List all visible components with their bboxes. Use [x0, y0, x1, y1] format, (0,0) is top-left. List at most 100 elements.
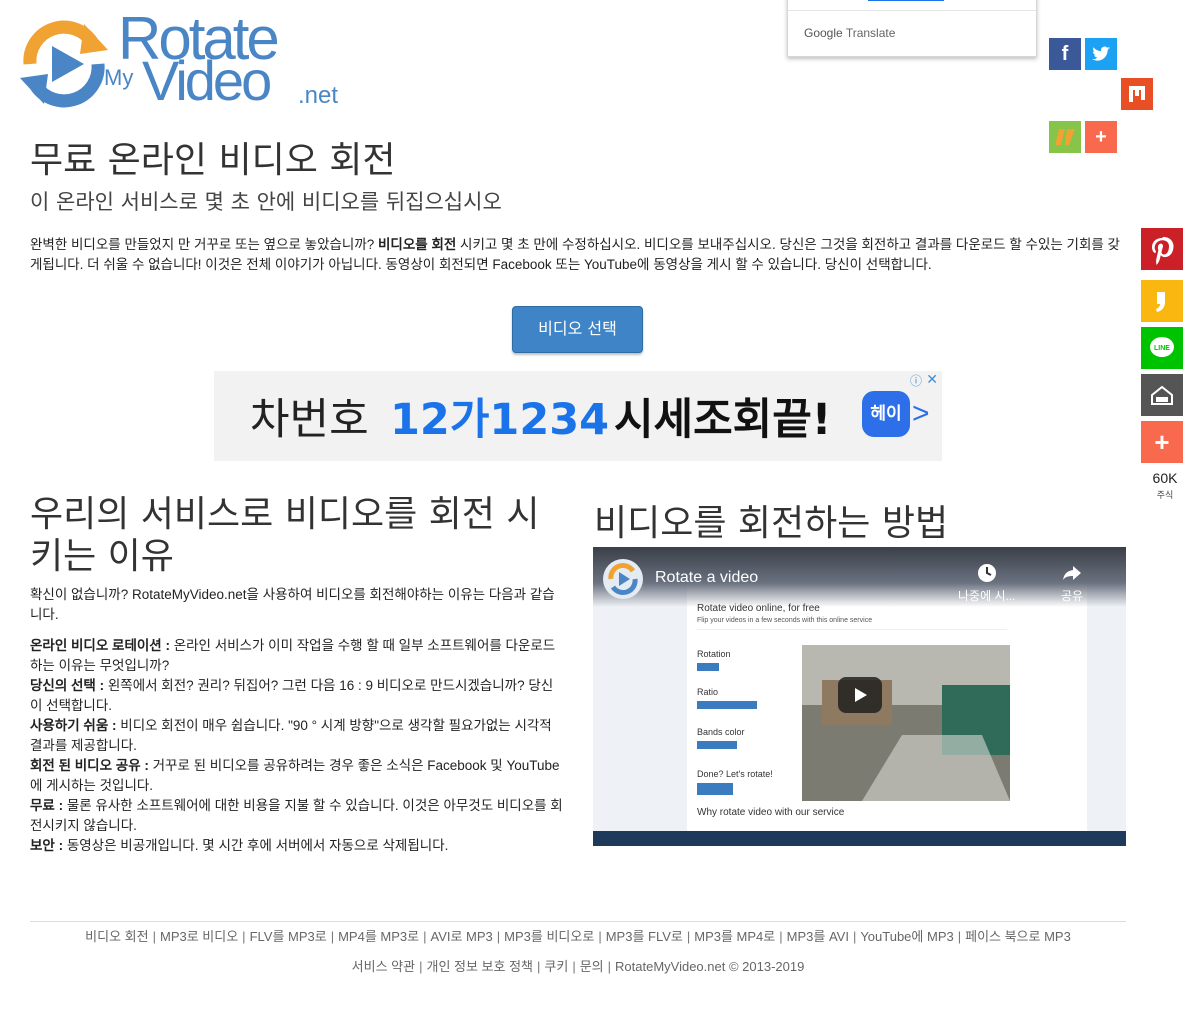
facebook-share-icon[interactable]: f — [1049, 38, 1081, 70]
twitter-share-icon[interactable] — [1085, 38, 1117, 70]
footer-link[interactable]: FLV를 MP3로 — [250, 929, 327, 944]
list-item: 사용하기 쉬움 : 비디오 회전이 매우 쉽습니다. "90 ° 시계 방향"으… — [30, 716, 565, 756]
separator: | — [607, 959, 612, 974]
list-item-label: 무료 : — [30, 798, 64, 813]
video-ratio-label: Ratio — [697, 687, 719, 697]
line-share-icon[interactable]: LINE — [1141, 327, 1183, 369]
ad-text-plate: 12가1234 — [390, 395, 610, 445]
addthis-more-icon[interactable]: + — [1085, 121, 1117, 153]
video-bands-label: Bands color — [697, 727, 745, 737]
google-translate-brand[interactable]: Google Translate — [804, 26, 895, 40]
separator: | — [419, 959, 423, 974]
youtube-video-embed[interactable]: Rotate video online, for free Flip your … — [593, 547, 1126, 846]
list-item-text: 왼쪽에서 회전? 권리? 뒤집어? 그런 다음 16 : 9 비디오로 만드시겠… — [30, 678, 554, 713]
logo-my-text: My — [104, 65, 134, 90]
select-video-button[interactable]: 비디오 선택 — [512, 306, 643, 353]
separator: | — [686, 929, 691, 944]
copyright-text: RotateMyVideo.net © 2013-2019 — [615, 959, 805, 974]
watch-later-label: 나중에 시... — [958, 589, 1016, 603]
video-bands-button — [697, 741, 737, 749]
google-label: Google — [804, 26, 843, 40]
svg-text:LINE: LINE — [1154, 345, 1170, 352]
video-done-label: Done? Let's rotate! — [697, 769, 773, 779]
print-share-icon[interactable] — [1141, 374, 1183, 416]
footer-link[interactable]: MP3로 비디오 — [160, 929, 238, 944]
list-item: 보안 : 동영상은 비공개입니다. 몇 시간 후에 서버에서 자동으로 삭제됩니… — [30, 836, 565, 856]
list-item-text: 물론 유사한 소프트웨어에 대한 비용을 지불 할 수 있습니다. 이것은 아무… — [30, 798, 563, 833]
separator: | — [330, 929, 335, 944]
list-item-label: 회전 된 비디오 공유 : — [30, 758, 149, 773]
video-ratio-buttons — [697, 701, 757, 709]
separator: | — [779, 929, 783, 944]
terms-link[interactable]: 서비스 약관 — [352, 959, 415, 974]
neutral-share-icon[interactable] — [1049, 121, 1081, 153]
list-item-text: 동영상은 비공개입니다. 몇 시간 후에 서버에서 자동으로 삭제됩니다. — [63, 838, 449, 853]
video-why-heading: Why rotate video with our service — [697, 807, 845, 818]
ad-hey-logo: 헤이 — [862, 391, 910, 437]
site-logo[interactable]: Rotate My Video .net — [14, 5, 344, 112]
clock-icon — [977, 564, 996, 582]
footer-link[interactable]: YouTube에 MP3 — [860, 929, 953, 944]
separator: | — [598, 929, 602, 944]
separator: | — [572, 959, 576, 974]
contact-link[interactable]: 문의 — [580, 959, 604, 974]
footer-link[interactable]: MP3를 MP4로 — [694, 929, 775, 944]
video-page-sub: Flip your videos in a few seconds with t… — [697, 617, 873, 624]
translate-progress-bar — [868, 0, 944, 1]
ad-arrow-icon[interactable]: > — [912, 397, 930, 431]
list-item-label: 온라인 비디오 로테이션 : — [30, 638, 170, 653]
video-play-button[interactable] — [838, 677, 882, 713]
intro-bold-text: 비디오를 회전 — [378, 237, 457, 252]
divider — [788, 10, 1036, 11]
video-title[interactable]: Rotate a video — [655, 569, 758, 587]
advertisement-banner[interactable]: 차번호 12가1234 시세조회끝! 헤이 > ⓘ ✕ — [214, 371, 942, 461]
why-heading: 우리의 서비스로 비디오를 회전 시키는 이유 — [30, 494, 540, 577]
share-video-button[interactable]: 공유 — [1061, 562, 1083, 604]
footer-link[interactable]: MP3를 비디오로 — [504, 929, 594, 944]
footer-link[interactable]: MP3를 FLV로 — [606, 929, 683, 944]
video-rotation-buttons — [697, 663, 719, 671]
footer-links: 비디오 회전 | MP3로 비디오 | FLV를 MP3로 | MP4를 MP3로 | AVI로… — [30, 926, 1126, 945]
ad-text-car-number: 차번호 — [250, 395, 369, 445]
separator: | — [152, 929, 156, 944]
list-item: 당신의 선택 : 왼쪽에서 회전? 권리? 뒤집어? 그런 다음 16 : 9 … — [30, 676, 565, 716]
list-item-label: 사용하기 쉬움 : — [30, 718, 117, 733]
footer-legal: 서비스 약관 | 개인 정보 보호 정책 | 쿠키 | 문의 | RotateMyVideo.n… — [30, 956, 1126, 975]
ad-info-icon[interactable]: ⓘ — [910, 372, 922, 389]
intro-text-1: 완벽한 비디오를 만들었지 만 거꾸로 또는 옆으로 놓았습니까? — [30, 237, 379, 252]
channel-avatar-icon[interactable] — [603, 559, 643, 599]
page-subtitle: 이 온라인 서비스로 몇 초 안에 비디오를 뒤집으십시오 — [30, 190, 502, 214]
share-count-label: 주식 — [1156, 490, 1174, 500]
list-item: 회전 된 비디오 공유 : 거꾸로 된 비디오를 공유하려는 경우 좋은 소식은… — [30, 756, 565, 796]
more-share-icon[interactable]: + — [1141, 421, 1183, 463]
video-rotation-label: Rotation — [697, 649, 731, 659]
share-count: 60K — [1152, 470, 1178, 486]
footer-link[interactable]: AVI로 MP3 — [430, 929, 492, 944]
video-rotate-btn — [697, 783, 733, 795]
separator: | — [496, 929, 501, 944]
footer-link[interactable]: 페이스 북으로 MP3 — [965, 929, 1071, 944]
privacy-link[interactable]: 개인 정보 보호 정책 — [426, 959, 533, 974]
why-intro: 확신이 없습니까? RotateMyVideo.net을 사용하여 비디오를 회… — [30, 587, 555, 622]
mix-share-icon[interactable] — [1121, 78, 1153, 110]
logo-video-text: Video — [142, 49, 272, 112]
footer-link[interactable]: MP3를 AVI — [787, 929, 849, 944]
watch-later-button[interactable]: 나중에 시... — [958, 562, 1016, 604]
kakao-share-icon[interactable] — [1141, 280, 1183, 322]
separator: | — [852, 929, 857, 944]
separator: | — [423, 929, 427, 944]
footer-link[interactable]: 비디오 회전 — [85, 929, 148, 944]
separator: | — [957, 929, 962, 944]
video-preview-player — [802, 645, 1010, 801]
list-item: 온라인 비디오 로테이션 : 온라인 서비스가 이미 작업을 수행 할 때 일부… — [30, 636, 565, 676]
footer-link[interactable]: MP4를 MP3로 — [338, 929, 419, 944]
logo-net-text: .net — [298, 82, 339, 109]
google-translate-widget[interactable]: Google Translate — [787, 0, 1037, 57]
cookies-link[interactable]: 쿠키 — [544, 959, 568, 974]
ad-close-icon[interactable]: ✕ — [926, 371, 938, 388]
translate-label: Translate — [845, 26, 896, 40]
rotate-arrow-logo-icon — [20, 20, 108, 108]
intro-paragraph: 완벽한 비디오를 만들었지 만 거꾸로 또는 옆으로 놓았습니까? 비디오를 회… — [30, 235, 1122, 275]
pinterest-share-icon[interactable] — [1141, 228, 1183, 270]
share-arrow-icon — [1063, 566, 1082, 580]
